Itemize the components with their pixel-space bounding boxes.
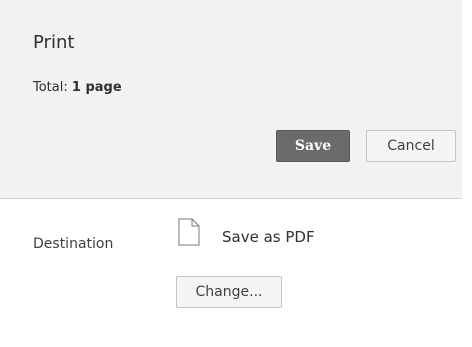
total-label: Total: [33, 80, 68, 95]
destination-label: Destination [33, 236, 114, 252]
change-destination-button[interactable]: Change... [176, 276, 282, 308]
cancel-button[interactable]: Cancel [366, 130, 456, 162]
destination-name: Save as PDF [222, 228, 315, 246]
total-pages: Total: 1 page [33, 80, 122, 95]
print-dialog: Print Total: 1 page Save Cancel Destinat… [0, 0, 472, 347]
save-button[interactable]: Save [276, 130, 350, 162]
right-edge [462, 0, 472, 347]
document-icon [178, 218, 200, 246]
total-value: 1 page [71, 80, 122, 95]
print-header: Print Total: 1 page Save Cancel [0, 0, 462, 199]
page-title: Print [33, 32, 75, 53]
